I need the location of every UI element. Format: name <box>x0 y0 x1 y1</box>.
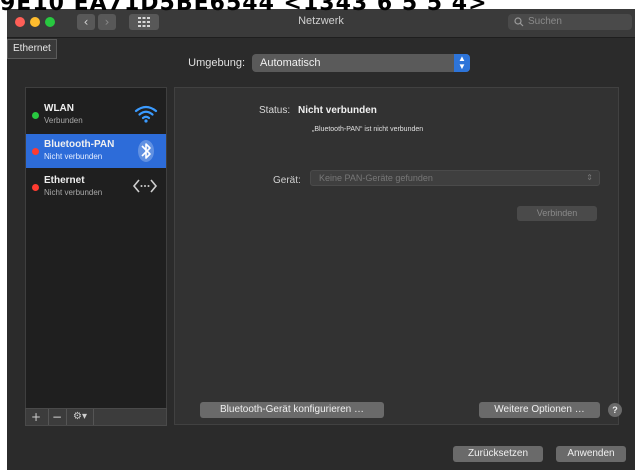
service-item-wlan[interactable]: WLAN Verbunden <box>26 98 166 132</box>
network-preferences-window: ‹ › Netzwerk Suchen Ethernet Umgebung: A… <box>7 9 635 470</box>
device-select[interactable]: Keine PAN-Geräte gefunden ⇕ <box>310 170 600 186</box>
service-name: Bluetooth-PAN <box>44 139 115 150</box>
ethernet-icon <box>132 179 158 193</box>
configure-bluetooth-device-button[interactable]: Bluetooth-Gerät konfigurieren … <box>200 402 384 418</box>
status-label: Status: <box>259 105 291 116</box>
service-status: Verbunden <box>44 116 83 125</box>
revert-button[interactable]: Zurücksetzen <box>453 446 543 462</box>
device-label: Gerät: <box>273 175 301 186</box>
service-item-ethernet[interactable]: Ethernet Nicht verbunden <box>26 170 166 204</box>
status-dot <box>32 184 39 191</box>
location-label: Umgebung: <box>188 57 245 69</box>
status-description: „Bluetooth-PAN“ ist nicht verbunden <box>312 126 424 133</box>
service-name: WLAN <box>44 103 74 114</box>
status-dot <box>32 112 39 119</box>
advanced-options-button[interactable]: Weitere Optionen … <box>479 402 600 418</box>
search-icon <box>514 17 524 27</box>
service-item-bluetooth-pan[interactable]: Bluetooth-PAN Nicht verbunden <box>26 134 166 168</box>
remove-service-button[interactable]: − <box>48 409 65 425</box>
title-bar: ‹ › Netzwerk Suchen <box>7 9 635 38</box>
service-status: Nicht verbunden <box>44 188 103 197</box>
service-list[interactable]: WLAN Verbunden Bluetooth-PAN Nicht verbu… <box>25 87 167 409</box>
service-detail-pane <box>174 87 619 425</box>
device-value: Keine PAN-Geräte gefunden <box>319 173 433 183</box>
status-dot <box>32 148 39 155</box>
location-value: Automatisch <box>260 57 321 69</box>
service-list-toolbar: + − ⚙▾ <box>25 408 167 426</box>
wifi-icon <box>134 105 158 123</box>
help-button[interactable]: ? <box>608 403 622 417</box>
bluetooth-icon <box>138 140 154 162</box>
apply-button[interactable]: Anwenden <box>556 446 626 462</box>
location-select[interactable]: Automatisch ▲ ▼ <box>252 54 470 72</box>
updown-arrows-icon: ▲ ▼ <box>454 54 470 72</box>
service-status: Nicht verbunden <box>44 152 103 161</box>
action-menu-button[interactable]: ⚙▾ <box>66 409 94 425</box>
connect-button[interactable]: Verbinden <box>517 206 597 221</box>
service-name: Ethernet <box>44 175 85 186</box>
add-service-button[interactable]: + <box>28 409 44 425</box>
updown-arrows-icon: ⇕ <box>586 173 593 182</box>
search-placeholder: Suchen <box>528 16 562 27</box>
search-field[interactable]: Suchen <box>508 14 632 30</box>
tooltip: Ethernet <box>7 39 57 59</box>
status-value: Nicht verbunden <box>298 105 377 116</box>
